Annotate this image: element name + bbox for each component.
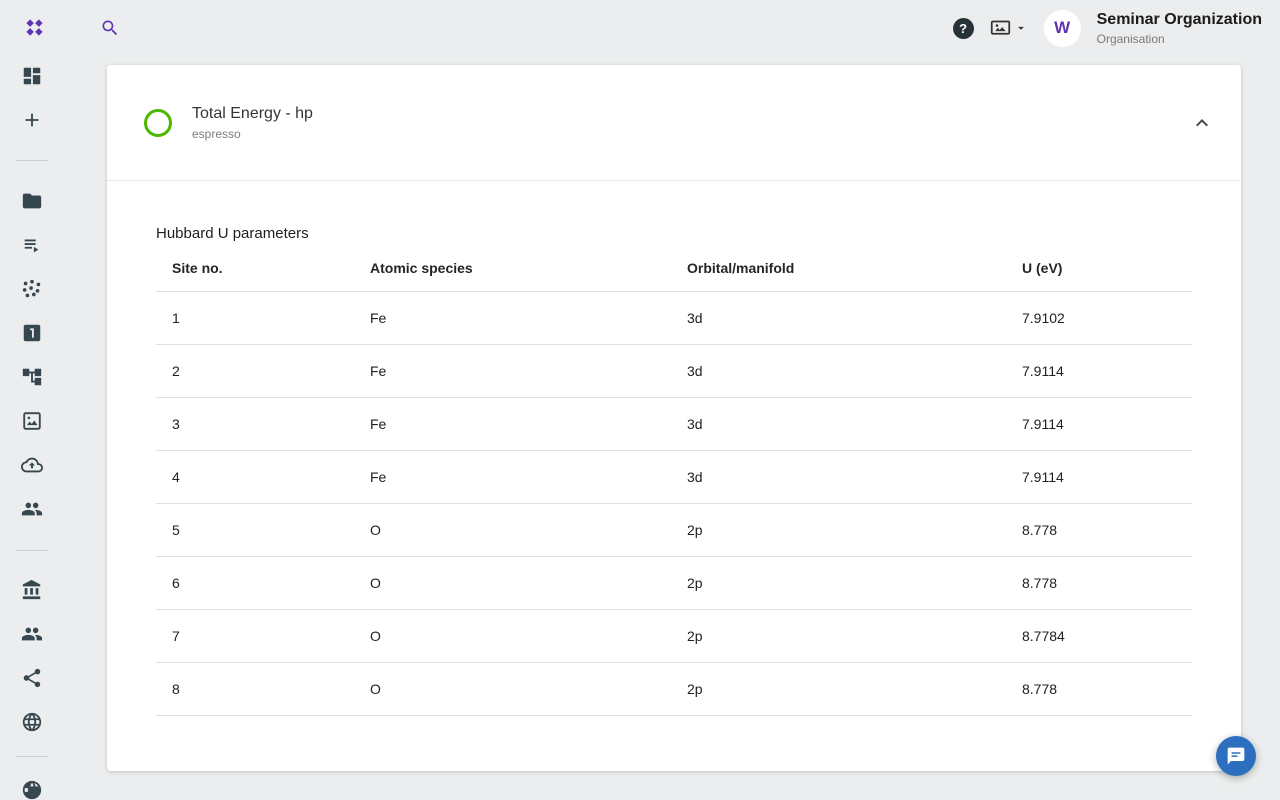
sidebar bbox=[0, 56, 64, 800]
table-cell: 5 bbox=[156, 503, 354, 556]
table-cell: 8.7784 bbox=[1006, 609, 1192, 662]
table-cell: 3d bbox=[671, 450, 1006, 503]
col-header-species: Atomic species bbox=[354, 245, 671, 291]
card-body: Hubbard U parameters Site no. Atomic spe… bbox=[107, 181, 1241, 716]
col-header-orbital: Orbital/manifold bbox=[671, 245, 1006, 291]
media-icon[interactable] bbox=[20, 409, 44, 433]
globe-icon[interactable] bbox=[20, 710, 44, 734]
table-row: 2Fe3d7.9114 bbox=[156, 344, 1192, 397]
app-logo-icon[interactable] bbox=[24, 17, 45, 38]
col-header-u: U (eV) bbox=[1006, 245, 1192, 291]
bank-icon[interactable] bbox=[20, 578, 44, 602]
search-icon[interactable] bbox=[100, 18, 120, 38]
table-cell: 6 bbox=[156, 556, 354, 609]
add-icon[interactable] bbox=[20, 108, 44, 132]
card-subtitle: espresso bbox=[192, 127, 313, 141]
table-cell: O bbox=[354, 503, 671, 556]
status-ring-icon bbox=[144, 109, 172, 137]
table-cell: 7.9102 bbox=[1006, 291, 1192, 344]
col-header-site: Site no. bbox=[156, 245, 354, 291]
chat-bubble-icon bbox=[1226, 746, 1246, 766]
table-row: 4Fe3d7.9114 bbox=[156, 450, 1192, 503]
table-cell: O bbox=[354, 662, 671, 715]
table-cell: 8.778 bbox=[1006, 556, 1192, 609]
table-cell: 3d bbox=[671, 397, 1006, 450]
hubbard-table: Site no. Atomic species Orbital/manifold… bbox=[156, 245, 1192, 716]
table-cell: O bbox=[354, 609, 671, 662]
table-row: 7O2p8.7784 bbox=[156, 609, 1192, 662]
result-card: Total Energy - hp espresso Hubbard U par… bbox=[107, 65, 1241, 771]
topbar: ? W Seminar Organization Organisation bbox=[0, 0, 1280, 56]
sidebar-divider bbox=[16, 160, 48, 161]
table-cell: 7.9114 bbox=[1006, 344, 1192, 397]
share-icon[interactable] bbox=[20, 666, 44, 690]
workflow-tree-icon[interactable] bbox=[20, 365, 44, 389]
cloud-upload-icon[interactable] bbox=[20, 453, 44, 477]
table-cell: O bbox=[354, 556, 671, 609]
dashboard-icon[interactable] bbox=[20, 64, 44, 88]
chat-launcher-button[interactable] bbox=[1216, 736, 1256, 776]
table-cell: 2 bbox=[156, 344, 354, 397]
table-cell: 3d bbox=[671, 291, 1006, 344]
sidebar-divider bbox=[16, 550, 48, 551]
table-cell: Fe bbox=[354, 397, 671, 450]
screenshot-icon bbox=[990, 18, 1011, 39]
org-block[interactable]: Seminar Organization Organisation bbox=[1097, 10, 1262, 47]
avatar[interactable]: W bbox=[1044, 10, 1081, 47]
table-cell: 7.9114 bbox=[1006, 450, 1192, 503]
table-cell: 2p bbox=[671, 556, 1006, 609]
table-row: 6O2p8.778 bbox=[156, 556, 1192, 609]
team-icon[interactable] bbox=[20, 497, 44, 521]
job-list-icon[interactable] bbox=[20, 233, 44, 257]
globe-bottom-icon[interactable] bbox=[20, 778, 44, 800]
table-cell: 2p bbox=[671, 609, 1006, 662]
table-cell: 8.778 bbox=[1006, 662, 1192, 715]
table-row: 8O2p8.778 bbox=[156, 662, 1192, 715]
table-cell: Fe bbox=[354, 344, 671, 397]
topbar-right: ? W Seminar Organization Organisation bbox=[953, 0, 1262, 56]
table-cell: 1 bbox=[156, 291, 354, 344]
table-cell: 8 bbox=[156, 662, 354, 715]
table-row: 3Fe3d7.9114 bbox=[156, 397, 1192, 450]
org-name: Seminar Organization bbox=[1097, 10, 1262, 30]
chevron-down-icon bbox=[1014, 21, 1028, 35]
table-row: 1Fe3d7.9102 bbox=[156, 291, 1192, 344]
card-title: Total Energy - hp bbox=[192, 105, 313, 123]
table-cell: 2p bbox=[671, 503, 1006, 556]
scatter-icon[interactable] bbox=[20, 277, 44, 301]
table-cell: Fe bbox=[354, 450, 671, 503]
table-cell: 7 bbox=[156, 609, 354, 662]
table-row: 5O2p8.778 bbox=[156, 503, 1192, 556]
chevron-up-icon[interactable] bbox=[1190, 111, 1214, 135]
section-title: Hubbard U parameters bbox=[156, 225, 1192, 242]
viewer-dropdown[interactable] bbox=[990, 18, 1028, 39]
card-header: Total Energy - hp espresso bbox=[107, 65, 1241, 181]
table-header-row: Site no. Atomic species Orbital/manifold… bbox=[156, 245, 1192, 291]
org-subtitle: Organisation bbox=[1097, 32, 1262, 47]
help-icon[interactable]: ? bbox=[953, 18, 974, 39]
table-cell: 3 bbox=[156, 397, 354, 450]
entity-one-icon[interactable] bbox=[20, 321, 44, 345]
hubbard-table-body: 1Fe3d7.91022Fe3d7.91143Fe3d7.91144Fe3d7.… bbox=[156, 291, 1192, 715]
table-cell: Fe bbox=[354, 291, 671, 344]
table-cell: 8.778 bbox=[1006, 503, 1192, 556]
table-cell: 4 bbox=[156, 450, 354, 503]
sidebar-divider bbox=[16, 756, 48, 757]
table-cell: 3d bbox=[671, 344, 1006, 397]
folder-icon[interactable] bbox=[20, 189, 44, 213]
users-icon[interactable] bbox=[20, 622, 44, 646]
table-cell: 2p bbox=[671, 662, 1006, 715]
table-cell: 7.9114 bbox=[1006, 397, 1192, 450]
